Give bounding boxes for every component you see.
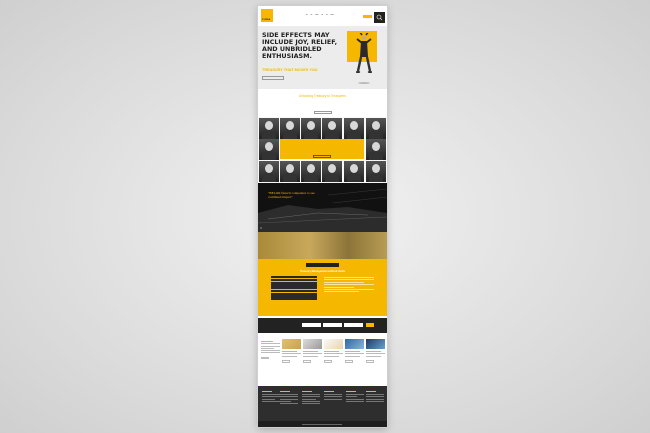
customer-photo [301,161,321,182]
resource-thumbnail [324,339,343,349]
resource-card[interactable] [345,339,364,363]
solution-link[interactable] [271,298,317,301]
customer-photo [344,161,364,182]
site-footer [258,386,387,427]
resources-heading [261,341,273,342]
callout-text [280,143,364,145]
nav-item[interactable]: ▬ [311,15,313,16]
resources-section [258,333,387,386]
customer-photo [366,161,386,182]
customer-photo [259,161,279,182]
search-button[interactable] [374,12,385,23]
nav-item[interactable]: ▬ [306,15,308,16]
contact-button[interactable] [363,15,372,18]
resource-card[interactable] [324,339,343,363]
resource-card[interactable] [282,339,301,363]
tab-active[interactable] [306,263,339,267]
footer-column [280,391,298,405]
newsletter-bar [258,318,387,333]
site-header: KYRIBA ▬ ▬ ▬▬ ▬ ▬ ▬▬ [258,6,387,27]
solutions-description [324,277,374,294]
solutions-section: Treasury Management without limits [258,259,387,316]
intro-text [258,100,387,101]
nav-item[interactable]: ▬▬ [331,15,334,16]
footer-column [302,391,320,405]
customer-photo [366,118,386,139]
hero-headline: SIDE EFFECTS MAY INCLUDE JOY, RELIEF, AN… [262,31,338,60]
hero-jumping-man-image [356,33,372,84]
testimonial-section: "BELOR fintech companies to see combined… [258,183,387,232]
copyright-bar [258,421,387,427]
testimonial-quote: "BELOR fintech companies to see combined… [268,191,315,199]
intro-section: Unlocking Treasury to Treasurers [258,89,387,117]
resource-card[interactable] [366,339,385,363]
tab[interactable] [273,263,306,267]
hero-cta-button[interactable] [262,76,284,80]
customers-callout [280,139,364,159]
customer-photo [322,118,342,139]
search-icon [376,14,383,21]
customer-photo [259,118,279,139]
footer-social [366,391,384,403]
customer-photo [366,139,386,160]
footer-column [346,391,364,403]
hero-subheadline: TREASURY THAT MOVES YOU [262,68,318,72]
office-image-strip [258,232,387,259]
customer-faces-grid [258,117,387,183]
subscribe-button[interactable] [366,323,374,327]
solutions-tabs [273,263,372,267]
nav-item[interactable]: ▬ [321,15,323,16]
customer-photo [322,161,342,182]
read-more-button[interactable] [324,360,332,363]
hero-banner: SIDE EFFECTS MAY INCLUDE JOY, RELIEF, AN… [258,27,387,89]
resource-card[interactable] [303,339,322,363]
read-more-button[interactable] [303,360,311,363]
nav-item[interactable]: ▬ [326,15,328,16]
footer-column [262,391,280,403]
callout-button[interactable] [313,155,331,158]
customer-photo [301,118,321,139]
last-name-field[interactable] [323,323,342,327]
first-name-field[interactable] [302,323,321,327]
resource-thumbnail [366,339,385,349]
resources-button[interactable] [261,356,269,360]
read-more-button[interactable] [366,360,374,363]
resource-thumbnail [345,339,364,349]
solutions-link-list [271,276,317,301]
resource-thumbnail [303,339,322,349]
main-nav: ▬ ▬ ▬▬ ▬ ▬ ▬▬ [306,15,334,16]
resources-intro [261,339,280,360]
solutions-title: Treasury Management without limits [300,270,345,273]
intro-button[interactable] [313,110,332,114]
email-field[interactable] [344,323,363,327]
resource-thumbnail [282,339,301,349]
logo-text: KYRIBA [262,19,271,21]
intro-title: Unlocking Treasury to Treasurers [299,94,346,98]
customer-photo [280,118,300,139]
footer-column [324,391,342,401]
header-tagline [275,9,276,11]
nav-item[interactable]: ▬▬ [315,15,318,16]
logo[interactable]: KYRIBA [261,9,273,22]
webpage-screenshot: KYRIBA ▬ ▬ ▬▬ ▬ ▬ ▬▬ SIDE EFFECTS MAY IN… [258,6,387,427]
copyright-text [302,423,342,425]
tab[interactable] [339,263,372,267]
customer-photo [344,118,364,139]
customer-photo [280,161,300,182]
read-more-button[interactable] [282,360,290,363]
customer-photo [259,139,279,160]
read-more-button[interactable] [345,360,353,363]
